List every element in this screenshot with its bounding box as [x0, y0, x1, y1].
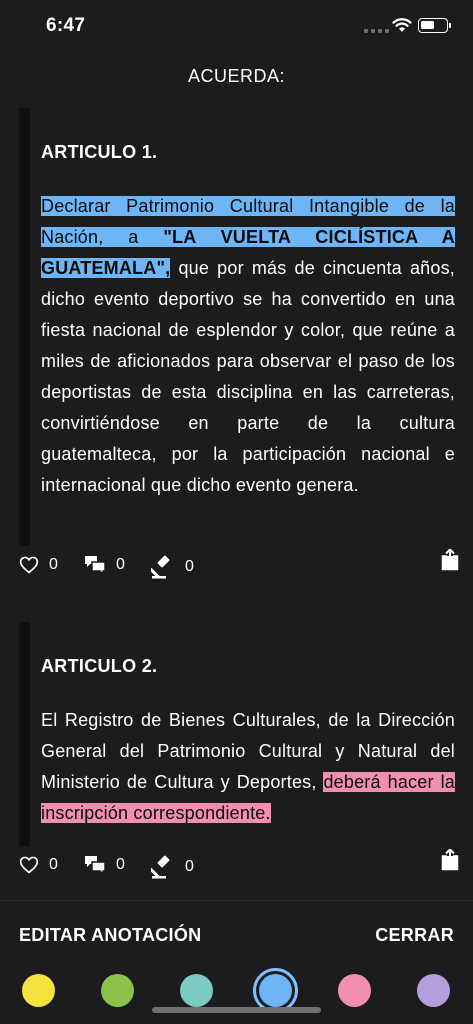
vote-count: 0 — [185, 558, 194, 575]
color-swatch-pink[interactable] — [338, 974, 371, 1007]
heart-icon — [19, 556, 39, 574]
like-button[interactable]: 0 — [19, 555, 58, 574]
annotation-bar: EDITAR ANOTACIÓN CERRAR — [0, 901, 473, 1024]
like-button[interactable]: 0 — [19, 855, 58, 874]
heart-icon — [19, 856, 39, 874]
cellular-signal-icon — [364, 29, 389, 33]
vote-button[interactable]: 0 — [151, 555, 194, 579]
comments-button[interactable]: 0 — [84, 855, 125, 875]
battery-icon — [418, 18, 451, 33]
like-count: 0 — [49, 555, 58, 573]
like-count: 0 — [49, 855, 58, 873]
comments-count: 0 — [116, 556, 125, 573]
edit-annotation-button[interactable]: EDITAR ANOTACIÓN — [19, 925, 201, 946]
comments-icon — [85, 856, 106, 875]
vote-count: 0 — [185, 858, 194, 875]
color-swatch-purple[interactable] — [417, 974, 450, 1007]
article-actions: 0 0 0 — [19, 849, 459, 885]
color-swatch-yellow[interactable] — [22, 974, 55, 1007]
comments-count: 0 — [116, 856, 125, 873]
article-heading: ARTICULO 1. — [41, 142, 158, 162]
article-text[interactable]: Declarar Patrimonio Cultural Intangible … — [41, 191, 455, 501]
color-swatch-blue[interactable] — [253, 968, 298, 1013]
share-icon[interactable] — [441, 549, 459, 571]
article-body-text: que por más de cincuenta años, dicho eve… — [41, 258, 455, 495]
vote-button[interactable]: 0 — [151, 855, 194, 879]
color-swatch-green[interactable] — [101, 974, 134, 1007]
article-text[interactable]: El Registro de Bienes Culturales, de la … — [41, 705, 455, 829]
article-actions: 0 0 0 — [19, 549, 459, 585]
gavel-icon — [151, 855, 170, 879]
comments-button[interactable]: 0 — [84, 555, 125, 575]
article-side-bar — [19, 622, 30, 846]
gavel-icon — [151, 555, 170, 579]
wifi-icon — [392, 18, 412, 32]
article-card: ARTICULO 2. El Registro de Bienes Cultur… — [19, 622, 459, 846]
share-icon[interactable] — [441, 849, 459, 871]
comments-icon — [85, 556, 106, 575]
article-card: ARTICULO 1. Declarar Patrimonio Cultural… — [19, 108, 459, 546]
article-side-bar — [19, 108, 30, 546]
status-time: 6:47 — [46, 15, 86, 36]
close-button[interactable]: CERRAR — [375, 925, 454, 946]
color-swatch-teal[interactable] — [180, 974, 213, 1007]
status-bar: 6:47 — [0, 0, 473, 52]
home-indicator — [152, 1007, 321, 1013]
article-heading: ARTICULO 2. — [41, 656, 158, 676]
page-title: ACUERDA: — [187, 66, 285, 86]
screen: 6:47 ACUERDA: ARTICULO 1. Declarar Patri… — [0, 0, 473, 1024]
